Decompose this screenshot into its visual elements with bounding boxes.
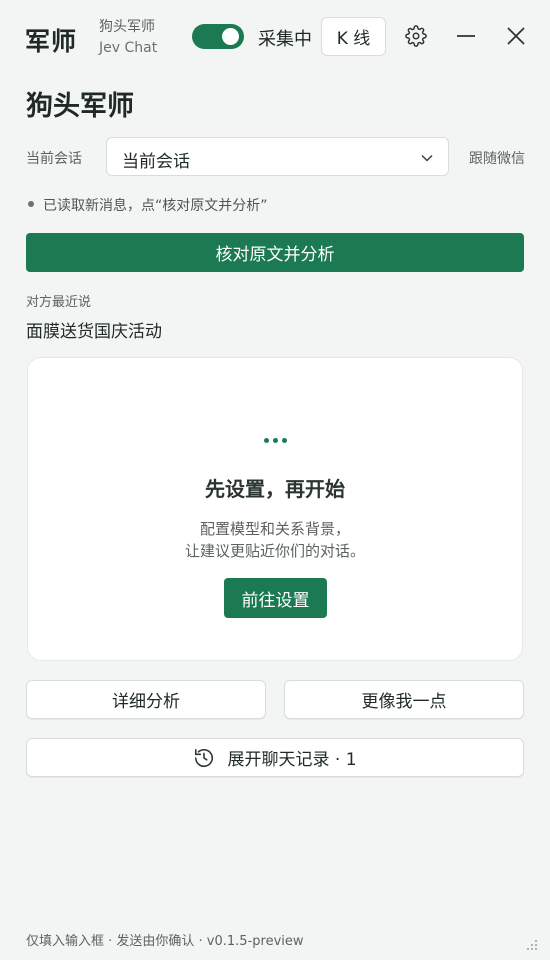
minimize-icon[interactable]: [452, 22, 480, 50]
ellipsis-icon: [28, 428, 522, 447]
more-like-me-button[interactable]: 更像我一点: [284, 680, 524, 719]
setup-card-title: 先设置，再开始: [205, 477, 345, 501]
setup-card-desc-line1: 配置模型和关系背景，: [199, 520, 350, 538]
last-message-text: 面膜送货国庆活动: [26, 322, 162, 342]
gear-icon[interactable]: [402, 22, 430, 50]
resize-grip-icon[interactable]: [526, 936, 538, 950]
status-dot: [28, 201, 34, 207]
setup-card-desc-line2: 让建议更贴近你们的对话。: [184, 542, 365, 560]
setup-card: 先设置，再开始 配置模型和关系背景， 让建议更贴近你们的对话。 前往设置: [27, 357, 523, 661]
close-icon[interactable]: [502, 22, 530, 50]
last-message-label: 对方最近说: [26, 295, 92, 310]
session-select-value: 当前会话: [122, 152, 190, 172]
logo: 军师: [25, 27, 78, 56]
footer-text: 仅填入输入框 · 发送由你确认 · v0.1.5-preview: [26, 934, 304, 949]
page-title: 狗头军师: [26, 91, 134, 122]
title-bar: 军师 狗头军师 Jev Chat 采集中 K 线: [0, 0, 550, 72]
expand-history-button[interactable]: 展开聊天记录 · 1: [26, 738, 524, 777]
app-window: 军师 狗头军师 Jev Chat 采集中 K 线 狗头军师 当前会话 当前会话 …: [0, 0, 550, 960]
chevron-down-icon: [420, 150, 434, 169]
toggle-knob: [222, 28, 239, 45]
expand-history-label: 展开聊天记录 · 1: [227, 750, 357, 770]
collect-status-label: 采集中: [258, 29, 312, 50]
analyze-button[interactable]: 核对原文并分析: [26, 233, 524, 272]
session-select[interactable]: 当前会话: [106, 137, 449, 176]
app-subtitle: Jev Chat: [99, 40, 158, 56]
app-name: 狗头军师: [99, 19, 155, 35]
status-text: 已读取新消息，点“核对原文并分析”: [43, 198, 268, 214]
follow-wechat-link[interactable]: 跟随微信: [469, 148, 525, 168]
session-label: 当前会话: [26, 151, 82, 167]
collect-toggle[interactable]: [192, 24, 244, 49]
detail-analysis-button[interactable]: 详细分析: [26, 680, 266, 719]
kline-button[interactable]: K 线: [321, 17, 386, 56]
history-icon: [193, 747, 215, 769]
goto-settings-button[interactable]: 前往设置: [224, 578, 327, 618]
